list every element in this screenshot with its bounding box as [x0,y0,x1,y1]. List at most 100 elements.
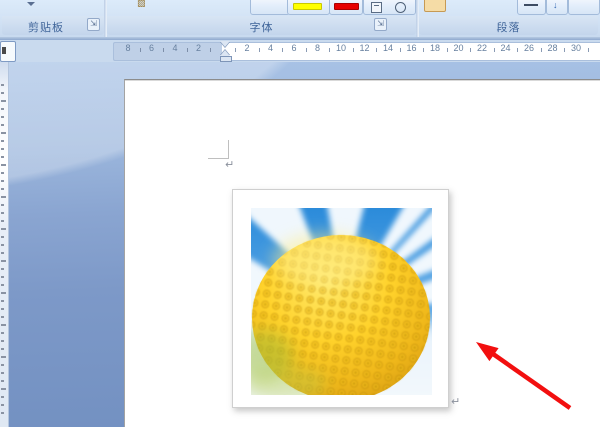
vertical-ruler-tick [1,148,4,150]
vertical-ruler-tick [1,124,4,126]
show-marks-button[interactable] [568,0,600,15]
document-page[interactable]: ↵ ↵ [124,79,600,427]
vertical-ruler-tick [1,276,4,278]
ruler-tick [399,48,401,52]
shading-button-icon[interactable] [424,0,446,12]
vertical-ruler-tick [1,188,4,190]
vertical-ruler-tick [1,220,4,222]
vertical-ruler-tick [1,380,4,382]
ruler-tick [282,48,284,52]
ruler-tick [305,48,307,52]
ruler-number: 22 [476,43,487,53]
font-dialog-launcher-icon[interactable]: ⇲ [374,18,387,31]
ruler-tick [186,48,188,52]
sort-button[interactable]: ↓ [546,0,568,15]
ruler-number: 8 [314,43,320,53]
vertical-ruler[interactable] [0,62,9,427]
vertical-ruler-tick [1,236,4,238]
vertical-ruler-tick [1,404,4,406]
ruler-number: 6 [148,43,154,53]
format-painter-icon[interactable]: ▨ [137,0,146,9]
border-button[interactable] [517,0,546,15]
vertical-ruler-tick [1,116,4,118]
ruler-tick [423,48,425,52]
vertical-ruler-tick [1,140,4,142]
ruler-number: 10 [335,43,346,53]
ruler-number: 4 [172,43,178,53]
vertical-ruler-tick [1,292,6,294]
clipboard-label-bar: 剪贴板 ⇲ [2,16,104,35]
document-workspace: ↵ ↵ [0,62,600,427]
vertical-ruler-tick [1,100,6,102]
paragraph-mark: ↵ [225,159,235,171]
vertical-ruler-tick [1,284,4,286]
ruler-number: 26 [523,43,534,53]
ruler-tick [470,48,472,52]
vertical-ruler-tick [1,372,4,374]
highlight-color-button[interactable] [287,0,330,15]
vertical-ruler-tick [1,172,4,174]
ruler-number: 20 [453,43,464,53]
paragraph-group-label: 段落 [496,22,521,34]
ruler-number: 18 [429,43,440,53]
ruler-tick [517,48,519,52]
ruler-tick [210,48,212,52]
horizontal-ruler[interactable]: 8 6 4 2 2 4 6 8 10 12 14 16 18 20 22 24 26 28 30 [0,40,600,62]
vertical-ruler-tick [1,108,4,110]
word-window: 剪贴板 ⇲ ▨ 字体 ⇲ ↓ 段落 8 6 4 2 2 4 6 8 10 12 … [0,0,600,427]
ruler-tick [258,48,260,52]
ruler-number: 28 [547,43,558,53]
ribbon-group-paragraph: ↓ 段落 [419,0,600,37]
ruler-number: 2 [195,43,201,53]
ruler-number: 12 [359,43,370,53]
ribbon-group-font: ▨ 字体 ⇲ [107,0,416,37]
ruler-tick [493,48,495,52]
ruler-number: 6 [291,43,297,53]
clipboard-dialog-launcher-icon[interactable]: ⇲ [87,18,100,31]
first-line-indent-marker[interactable] [220,41,230,47]
char-tools-cluster [363,0,416,15]
vertical-ruler-tick [1,244,4,246]
ruler-tick [587,48,589,52]
vertical-ruler-tick [1,196,6,198]
paste-dropdown-arrow[interactable] [27,2,35,6]
vertical-ruler-tick [1,396,4,398]
vertical-ruler-tick [1,228,6,230]
vertical-ruler-tick [1,348,4,350]
vertical-ruler-tick [1,132,6,134]
vertical-ruler-tick [1,324,6,326]
sort-arrow-icon: ↓ [553,0,558,10]
font-label-bar: 字体 ⇲ [107,16,416,35]
indent-markers[interactable] [219,41,232,62]
vertical-ruler-tick [1,212,4,214]
ruler-number: 30 [570,43,581,53]
highlight-color-swatch [293,3,322,10]
paragraph-label-bar: 段落 [419,16,598,35]
flower-photo [251,208,432,395]
bottom-border-icon [524,4,538,6]
vertical-ruler-tick [1,300,4,302]
tab-selector-button[interactable] [0,41,16,62]
vertical-ruler-tick [1,412,4,414]
vertical-ruler-tick [1,252,4,254]
inline-picture-frame[interactable] [232,189,449,408]
vertical-ruler-tick [1,388,6,390]
ruler-number: 24 [500,43,511,53]
vertical-ruler-tick [1,316,4,318]
ruler-number: 14 [382,43,393,53]
cut-button[interactable] [250,0,290,15]
vertical-ruler-tick [1,92,4,94]
ruler-tick [540,48,542,52]
enclose-character-icon[interactable] [395,2,406,13]
vertical-ruler-tick [1,164,6,166]
character-border-icon[interactable] [371,2,382,13]
font-group-label: 字体 [249,22,274,34]
ruler-tick [163,48,165,52]
paragraph-mark: ↵ [451,396,461,408]
ruler-tick [329,48,331,52]
font-color-button[interactable] [329,0,363,15]
vertical-ruler-tick [1,260,6,262]
vertical-ruler-tick [1,332,4,334]
margin-crop-mark [228,140,229,159]
ruler-number: 2 [244,43,250,53]
